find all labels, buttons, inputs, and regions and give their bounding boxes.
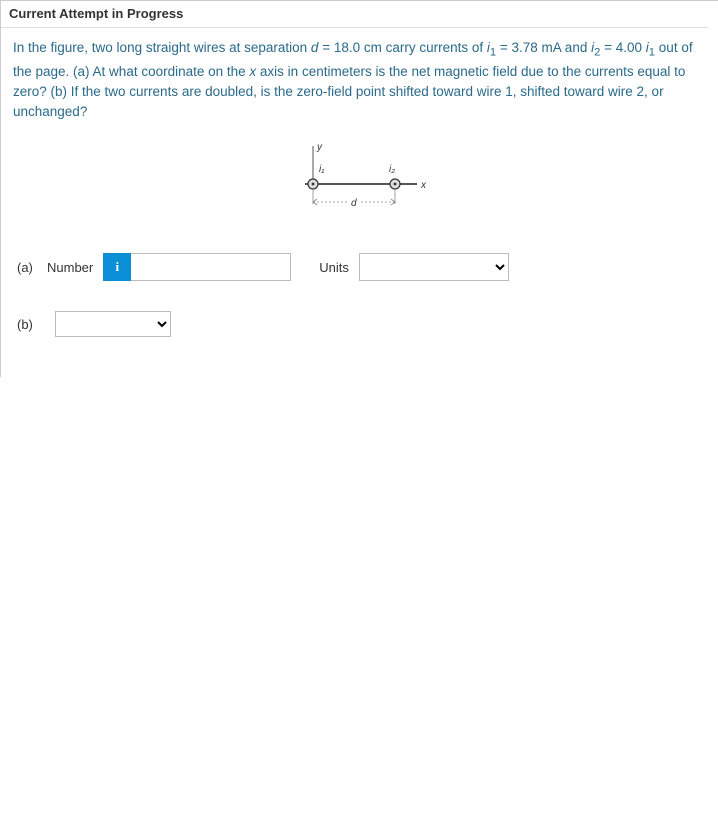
number-label: Number [47, 260, 93, 275]
i1-label: i₁ [319, 164, 324, 175]
question-container: Current Attempt in Progress In the figur… [0, 0, 718, 377]
part-b-label: (b) [17, 317, 47, 332]
attempt-header: Current Attempt in Progress [1, 6, 708, 28]
figure: y i₁ i₂ x d [9, 136, 708, 243]
answer-area: (a) Number i Units (b) [9, 243, 708, 337]
part-a-row: (a) Number i Units [17, 253, 708, 281]
part-a-label: (a) [17, 260, 47, 275]
text: = 3.78 mA and [496, 40, 591, 55]
part-b-row: (b) [17, 311, 708, 337]
part-b-select[interactable] [55, 311, 171, 337]
problem-statement: In the figure, two long straight wires a… [9, 38, 708, 136]
units-label: Units [319, 260, 349, 275]
x-axis-label: x [420, 180, 427, 191]
info-icon[interactable]: i [103, 253, 131, 281]
diagram-svg: y i₁ i₂ x d [269, 140, 449, 220]
d-label: d [351, 198, 357, 209]
i2-label: i₂ [389, 164, 395, 175]
text: In the figure, two long straight wires a… [13, 40, 311, 55]
text: = 18.0 cm carry currents of [318, 40, 486, 55]
units-select[interactable] [359, 253, 509, 281]
y-axis-label: y [316, 142, 323, 153]
number-input[interactable] [131, 253, 291, 281]
text: = 4.00 [600, 40, 645, 55]
